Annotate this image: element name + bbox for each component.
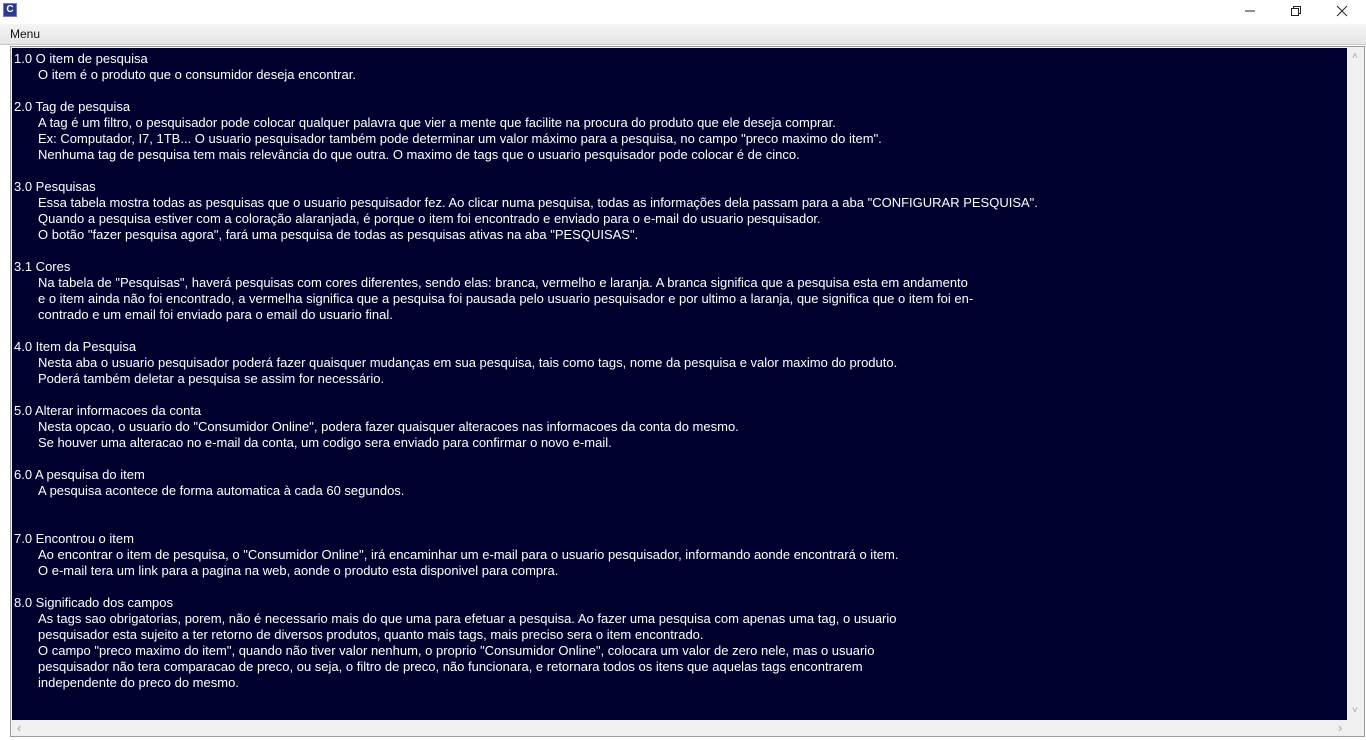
- section-title: 3.0 Pesquisas: [14, 179, 96, 194]
- restore-button[interactable]: [1273, 0, 1319, 22]
- help-content: 1.0 O item de pesquisa O item é o produto…: [14, 51, 1334, 691]
- scroll-left-icon[interactable]: ‹: [17, 721, 21, 734]
- scroll-down-icon[interactable]: ˅: [1352, 706, 1358, 716]
- scroll-up-icon[interactable]: ˄: [1352, 52, 1358, 62]
- section-text-line: e o item ainda não foi encontrado, a ver…: [38, 291, 974, 306]
- section-title: 8.0 Significado dos campos: [14, 595, 173, 610]
- section-title: 4.0 Item da Pesquisa: [14, 339, 137, 354]
- section-text-line: Quando a pesquisa estiver com a coloraçã…: [38, 211, 821, 226]
- section-title: 3.1 Cores: [14, 259, 71, 274]
- vertical-scrollbar[interactable]: ˄ ˅: [1348, 48, 1364, 720]
- help-section: 8.0 Significado dos campos As tags sao ob…: [14, 595, 1334, 691]
- section-text-line: O botão "fazer pesquisa agora", fará uma…: [38, 227, 639, 242]
- section-text-line: Ao encontrar o item de pesquisa, o "Cons…: [38, 547, 899, 562]
- section-text-line: A tag é um filtro, o pesquisador pode co…: [38, 115, 836, 130]
- title-bar: C: [0, 0, 1366, 22]
- horizontal-scrollbar[interactable]: ‹ ›: [12, 720, 1348, 736]
- section-text-line: Essa tabela mostra todas as pesquisas qu…: [38, 195, 1038, 210]
- help-section: 3.0 Pesquisas Essa tabela mostra todas as…: [14, 179, 1334, 243]
- section-text-line: Se houver uma alteracao no e-mail da con…: [38, 435, 612, 450]
- help-section: 7.0 Encontrou o item Ao encontrar o item …: [14, 531, 1334, 579]
- section-text-line: Nesta aba o usuario pesquisador poderá f…: [38, 355, 898, 370]
- section-title: 7.0 Encontrou o item: [14, 531, 134, 546]
- help-scroll-pane: 1.0 O item de pesquisa O item é o produto…: [10, 46, 1365, 737]
- help-section: 6.0 A pesquisa do item A pesquisa acontec…: [14, 467, 1334, 499]
- section-text-line: Poderá também deletar a pesquisa se assi…: [38, 371, 385, 386]
- help-section: 1.0 O item de pesquisa O item é o produto…: [14, 51, 1334, 83]
- help-section: 5.0 Alterar informacoes da conta Nesta op…: [14, 403, 1334, 451]
- section-text-line: A pesquisa acontece de forma automatica …: [38, 483, 405, 498]
- section-title: 2.0 Tag de pesquisa: [14, 99, 131, 114]
- section-title: 5.0 Alterar informacoes da conta: [14, 403, 202, 418]
- section-text-line: Ex: Computador, I7, 1TB... O usuario pes…: [38, 131, 882, 146]
- section-text-line: Nenhuma tag de pesquisa tem mais relevân…: [38, 147, 800, 162]
- scroll-right-icon[interactable]: ›: [1338, 721, 1342, 734]
- menu-bar: Menu: [0, 24, 1366, 45]
- section-title: 1.0 O item de pesquisa: [14, 51, 148, 66]
- help-section: 4.0 Item da Pesquisa Nesta aba o usuario …: [14, 339, 1334, 387]
- menu-item-menu[interactable]: Menu: [4, 27, 46, 41]
- close-icon: [1336, 5, 1348, 17]
- section-text-line: pesquisador não tera comparacao de preco…: [38, 659, 863, 674]
- minimize-button[interactable]: [1227, 0, 1273, 22]
- help-section: 2.0 Tag de pesquisa A tag é um filtro, o …: [14, 99, 1334, 163]
- section-text-line: Nesta opcao, o usuario do "Consumidor On…: [38, 419, 739, 434]
- section-text-line: pesquisador esta sujeito a ter retorno d…: [38, 627, 704, 642]
- app-icon: C: [3, 3, 17, 17]
- restore-icon: [1291, 6, 1301, 16]
- section-text-line: As tags sao obrigatorias, porem, não é n…: [38, 611, 897, 626]
- section-text-line: O item é o produto que o consumidor dese…: [38, 67, 356, 82]
- section-text-line: O e-mail tera um link para a pagina na w…: [38, 563, 559, 578]
- section-text-line: independente do preco do mesmo.: [38, 675, 239, 690]
- help-text-area[interactable]: 1.0 O item de pesquisa O item é o produto…: [12, 48, 1347, 720]
- section-text-line: contrado e um email foi enviado para o e…: [38, 307, 393, 322]
- section-text-line: Na tabela de "Pesquisas", haverá pesquis…: [38, 275, 968, 290]
- scroll-corner: [1348, 720, 1364, 736]
- close-button[interactable]: [1319, 0, 1365, 22]
- minimize-icon: [1245, 10, 1255, 12]
- help-section: 3.1 Cores Na tabela de "Pesquisas", haver…: [14, 259, 1334, 323]
- section-text-line: O campo "preco maximo do item", quando n…: [38, 643, 875, 658]
- section-title: 6.0 A pesquisa do item: [14, 467, 145, 482]
